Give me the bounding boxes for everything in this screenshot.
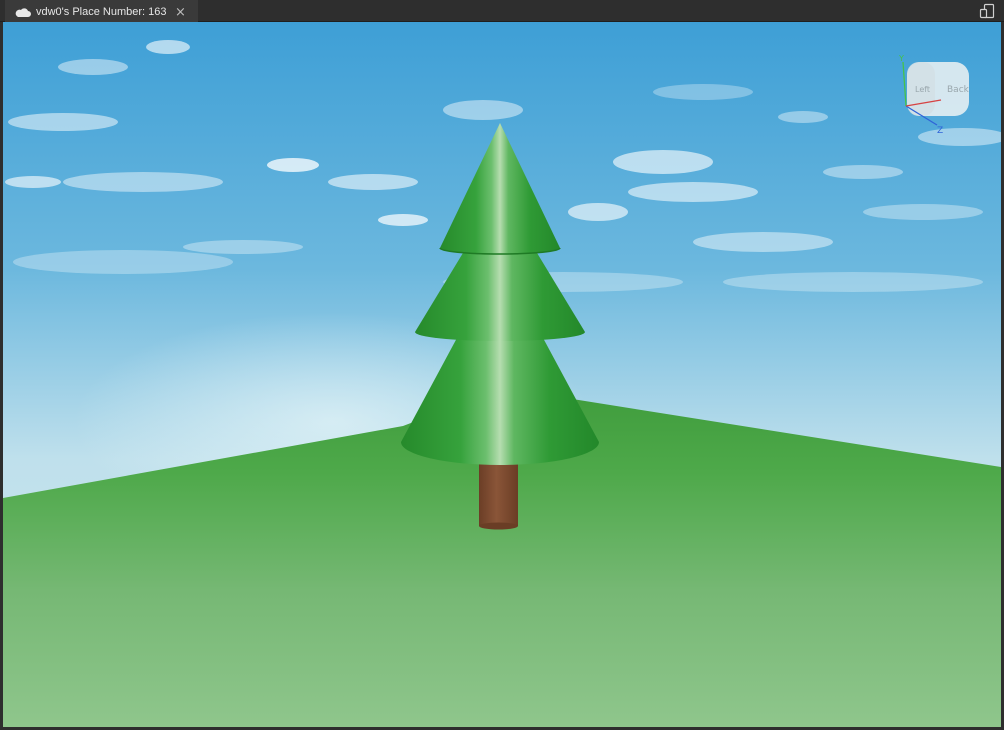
tab-close-button[interactable]: × <box>175 6 187 19</box>
view-cube-left-label: Left <box>915 85 930 94</box>
view-cube-back-label: Back <box>947 85 970 95</box>
axis-z-label: Z <box>937 126 943 136</box>
scene: Left Back Y Z <box>3 22 1001 727</box>
cloud-icon <box>15 7 33 17</box>
3d-viewport[interactable]: Left Back Y Z <box>3 22 1001 727</box>
axis-y-label: Y <box>898 54 904 63</box>
device-emulator-icon[interactable] <box>978 2 996 20</box>
tab-strip: vdw0's Place Number: 163 × <box>0 0 1004 22</box>
studio-window: vdw0's Place Number: 163 × Left Back Y Z <box>0 0 1004 730</box>
place-tab[interactable]: vdw0's Place Number: 163 × <box>5 0 198 22</box>
tab-title: vdw0's Place Number: 163 <box>36 6 167 18</box>
